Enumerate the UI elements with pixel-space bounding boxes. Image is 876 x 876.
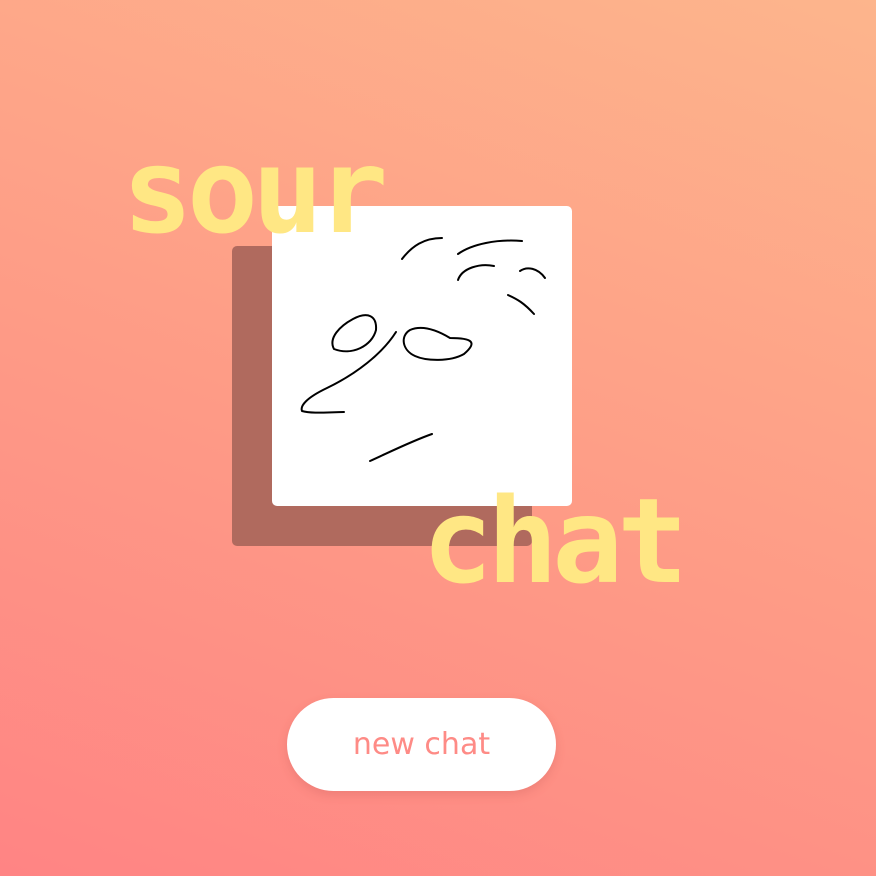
doodle-stroke: [519, 267, 546, 279]
app-title-chat: chat: [422, 472, 688, 610]
doodle-stroke: [402, 326, 473, 361]
doodle-stroke: [457, 239, 523, 255]
doodle-stroke: [300, 331, 397, 414]
doodle-stroke: [401, 237, 443, 260]
doodle-stroke: [507, 294, 535, 315]
app-title-sour: sour: [122, 122, 388, 260]
doodle-stroke: [331, 314, 378, 353]
new-chat-button[interactable]: new chat: [287, 698, 556, 791]
doodle-stroke: [369, 433, 433, 462]
doodle-stroke: [457, 264, 495, 281]
